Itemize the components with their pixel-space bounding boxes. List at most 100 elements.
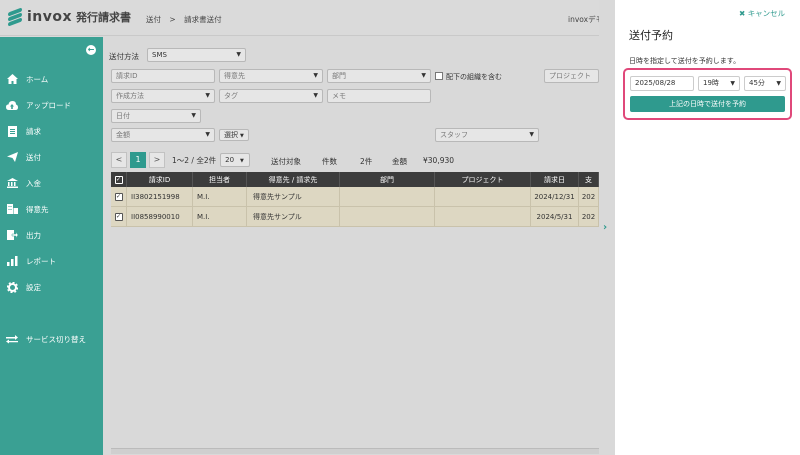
date-placeholder: 日付: [116, 112, 130, 120]
staff-placeholder: スタッフ: [440, 131, 468, 139]
memo-field[interactable]: メモ: [327, 89, 431, 103]
column-header[interactable]: 支: [579, 172, 599, 187]
department-select[interactable]: 部門 ▼: [327, 69, 431, 83]
column-header[interactable]: 部門: [340, 172, 435, 187]
hour-value: 19時: [703, 79, 719, 87]
breadcrumb-invoice-send: 請求書送付: [184, 15, 222, 24]
sidebar-item-switch-service[interactable]: サービス切り替え: [0, 329, 103, 349]
chevron-right-icon[interactable]: ›: [603, 222, 607, 233]
select-all-cell[interactable]: ✓: [111, 172, 127, 187]
cell-customer: 得意先サンプル: [247, 207, 340, 226]
user-menu[interactable]: invoxデモ: [568, 14, 603, 25]
sidebar-item-send[interactable]: 送付: [0, 147, 103, 167]
sidebar-item-label: 設定: [26, 282, 41, 292]
count-value: 2件: [360, 157, 373, 166]
invoice-table: ✓ 請求ID 担当者 得意先 / 請求先 部門 プロジェクト 請求日 支 ✓ I…: [111, 172, 599, 227]
options-dropdown-button[interactable]: 選択 ▼: [219, 129, 249, 141]
caret-down-icon: ▼: [529, 131, 534, 138]
app-window: invox 発行請求書 送付 > 請求書送付 invoxデモ ← ホーム アップ…: [0, 0, 800, 455]
include-sub-org-label: 配下の組織を含む: [446, 73, 502, 81]
sidebar-item-label: サービス切り替え: [26, 334, 86, 344]
amount-select[interactable]: 金額 ▼: [111, 128, 215, 142]
caret-down-icon: ▼: [240, 133, 244, 139]
logo-icon: [8, 7, 22, 27]
cell-date: 2024/12/31: [531, 187, 579, 206]
per-page-value: 20: [225, 156, 235, 164]
sidebar-item-billing[interactable]: 請求: [0, 121, 103, 141]
include-sub-org-checkbox[interactable]: [435, 72, 443, 80]
minute-value: 45分: [749, 79, 765, 87]
breadcrumb-send[interactable]: 送付: [146, 15, 161, 24]
sidebar-item-payment[interactable]: 入金: [0, 173, 103, 193]
cell-date: 2024/5/31: [531, 207, 579, 226]
arrow-left-circle-icon[interactable]: ←: [86, 45, 96, 55]
cell-invoice-id: II3802151998: [127, 187, 193, 206]
column-header[interactable]: プロジェクト: [435, 172, 531, 187]
gear-icon: [6, 281, 18, 293]
column-header[interactable]: 請求ID: [127, 172, 193, 187]
schedule-send-button[interactable]: 上記の日時で送付を予約: [630, 96, 785, 112]
caret-down-icon: ▼: [205, 92, 210, 99]
project-select[interactable]: プロジェクト: [544, 69, 599, 83]
logo[interactable]: invox 発行請求書: [8, 7, 131, 27]
column-header[interactable]: 請求日: [531, 172, 579, 187]
sidebar-item-upload[interactable]: アップロード: [0, 95, 103, 115]
select-all-checkbox[interactable]: ✓: [114, 175, 123, 184]
chart-icon: [6, 255, 18, 267]
breadcrumb-separator: >: [169, 15, 176, 24]
page-1-button[interactable]: 1: [130, 152, 146, 168]
building-icon: [6, 203, 18, 215]
cell-customer: 得意先サンプル: [247, 187, 340, 206]
table-row[interactable]: ✓ II3802151998 M.I. 得意先サンプル 2024/12/31 2…: [111, 187, 599, 207]
caret-down-icon: ▼: [776, 80, 781, 87]
caret-down-icon: ▼: [205, 131, 210, 138]
switch-icon: [6, 333, 18, 345]
tag-select[interactable]: タグ ▼: [219, 89, 323, 103]
creation-method-select[interactable]: 作成方法 ▼: [111, 89, 215, 103]
sidebar-item-home[interactable]: ホーム: [0, 69, 103, 89]
column-header[interactable]: 担当者: [193, 172, 247, 187]
caret-down-icon: ▼: [313, 92, 318, 99]
sidebar-item-output[interactable]: 出力: [0, 225, 103, 245]
cell-staff: M.I.: [193, 187, 247, 206]
row-checkbox[interactable]: ✓: [114, 192, 123, 201]
sidebar-item-label: アップロード: [26, 100, 71, 110]
sidebar-item-customers[interactable]: 得意先: [0, 199, 103, 219]
caret-down-icon: ▼: [240, 158, 244, 164]
customer-select[interactable]: 得意先 ▼: [219, 69, 323, 83]
sidebar-item-settings[interactable]: 設定: [0, 277, 103, 297]
staff-select[interactable]: スタッフ ▼: [435, 128, 539, 142]
cell-extra: 202: [579, 207, 599, 226]
date-input[interactable]: 2025/08/28: [630, 76, 694, 91]
amount-value: ¥30,930: [423, 156, 455, 165]
per-page-select[interactable]: 20 ▼: [220, 153, 251, 167]
date-select[interactable]: 日付 ▼: [111, 109, 201, 123]
minute-select[interactable]: 45分 ▼: [744, 76, 786, 91]
next-page-button[interactable]: >: [149, 152, 165, 168]
row-select-cell[interactable]: ✓: [111, 187, 127, 206]
logo-text: invox: [27, 9, 73, 25]
horizontal-scrollbar[interactable]: [111, 448, 599, 454]
page-range: 1〜2 / 全2件: [172, 155, 217, 165]
row-select-cell[interactable]: ✓: [111, 207, 127, 226]
creation-method-placeholder: 作成方法: [116, 92, 144, 100]
table-row[interactable]: ✓ II0858990010 M.I. 得意先サンプル 2024/5/31 20…: [111, 207, 599, 227]
hour-select[interactable]: 19時 ▼: [698, 76, 740, 91]
send-method-value: SMS: [152, 51, 167, 59]
home-icon: [6, 73, 18, 85]
cell-department: [340, 207, 435, 226]
row-checkbox[interactable]: ✓: [114, 212, 123, 221]
sidebar-item-label: 請求: [26, 126, 41, 136]
cancel-button[interactable]: ✖ キャンセル: [739, 8, 785, 19]
panel-title: 送付予約: [629, 29, 673, 42]
sidebar-item-label: レポート: [26, 256, 56, 266]
invoice-id-field[interactable]: 請求ID: [111, 69, 215, 83]
send-method-select[interactable]: SMS ▼: [147, 48, 246, 62]
send-method-label: 送付方法: [109, 52, 139, 61]
export-icon: [6, 229, 18, 241]
prev-page-button[interactable]: <: [111, 152, 127, 168]
column-header[interactable]: 得意先 / 請求先: [247, 172, 340, 187]
sidebar-item-label: 得意先: [26, 204, 49, 214]
sidebar-item-report[interactable]: レポート: [0, 251, 103, 271]
cell-staff: M.I.: [193, 207, 247, 226]
